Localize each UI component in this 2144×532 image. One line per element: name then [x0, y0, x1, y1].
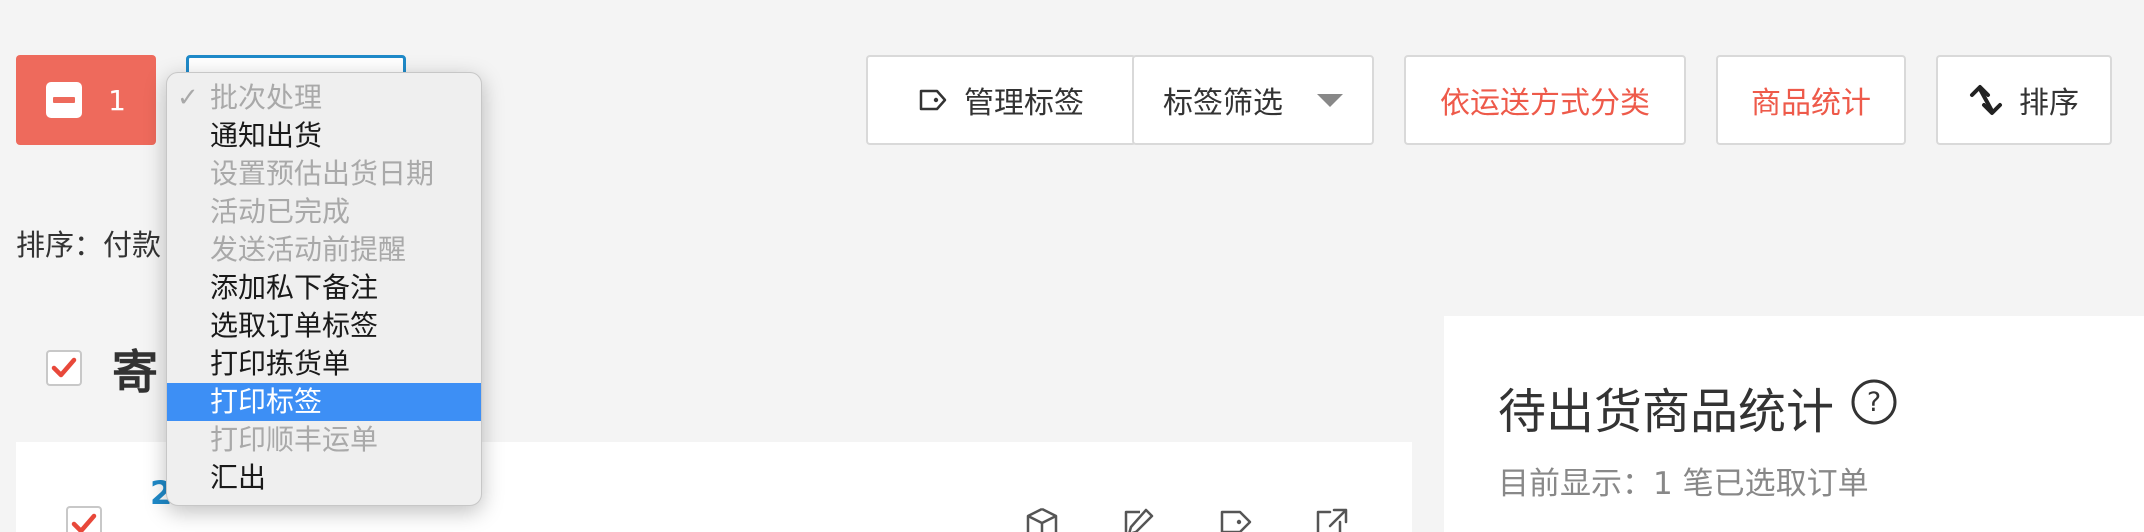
menu-item-label: 添加私下备注 — [210, 271, 379, 304]
menu-item-label: 发送活动前提醒 — [210, 233, 407, 266]
menu-item-print-picking-list[interactable]: 打印拣货单 — [167, 345, 481, 383]
menu-item-send-reminder: 发送活动前提醒 — [167, 231, 481, 269]
sort-button[interactable]: 排序 — [1936, 55, 2112, 145]
chevron-down-icon — [1317, 93, 1343, 107]
sort-arrows-icon — [1970, 85, 2002, 115]
menu-item-label: 选取订单标签 — [210, 309, 379, 342]
menu-item-notify-shipment[interactable]: 通知出货 — [167, 117, 481, 155]
menu-item-label: 汇出 — [210, 461, 267, 494]
menu-item-label: 设置预估出货日期 — [210, 157, 435, 190]
package-icon[interactable] — [1024, 506, 1060, 532]
classify-by-shipping-label: 依运送方式分类 — [1440, 86, 1650, 121]
checkmark-icon: ✓ — [177, 83, 199, 113]
menu-item-print-labels[interactable]: 打印标签 — [167, 383, 481, 421]
svg-text:?: ? — [1867, 387, 1881, 418]
order-select-checkbox[interactable] — [66, 506, 102, 532]
sort-order-text: 排序：付款 — [16, 228, 162, 262]
menu-item-set-estimated-ship-date: 设置预估出货日期 — [167, 155, 481, 193]
tag-filter-dropdown[interactable]: 标签筛选 — [1132, 55, 1374, 145]
menu-item-print-sf-waybill: 打印顺丰运单 — [167, 421, 481, 459]
menu-item-select-order-tags[interactable]: 选取订单标签 — [167, 307, 481, 345]
edit-icon[interactable] — [1120, 506, 1156, 532]
menu-item-export[interactable]: 汇出 — [167, 459, 481, 497]
menu-item-label: 通知出货 — [210, 119, 323, 152]
menu-item-label: 打印顺丰运单 — [210, 423, 379, 456]
menu-item-add-private-note[interactable]: 添加私下备注 — [167, 269, 481, 307]
stats-panel-subtitle: 目前显示：1 笔已选取订单 — [1498, 466, 1869, 502]
menu-item-label: 活动已完成 — [210, 195, 351, 228]
tag-filter-label: 标签筛选 — [1163, 86, 1283, 121]
manage-tags-label: 管理标签 — [964, 86, 1084, 121]
orders-page: 1 管理标签 标签筛选 依运送方式分类 商品统计 排序 排序：付款 寄 2 待出… — [0, 0, 2144, 532]
menu-item-label: 打印标签 — [210, 385, 323, 418]
tag-icon — [919, 89, 947, 111]
checkmark-icon — [51, 357, 77, 378]
menu-item-batch-process: ✓ 批次处理 — [167, 79, 481, 117]
deselect-minus-icon — [46, 82, 83, 118]
sort-label: 排序 — [2019, 86, 2079, 121]
menu-item-activity-completed: 活动已完成 — [167, 193, 481, 231]
product-stats-button[interactable]: 商品统计 — [1716, 55, 1906, 145]
menu-item-label: 批次处理 — [210, 81, 323, 114]
classify-by-shipping-button[interactable]: 依运送方式分类 — [1404, 55, 1686, 145]
manage-tags-button[interactable]: 管理标签 — [866, 55, 1136, 145]
shipping-group-title: 寄 — [112, 345, 158, 399]
checkmark-icon — [71, 513, 97, 532]
group-select-checkbox[interactable] — [46, 350, 82, 386]
product-stats-label: 商品统计 — [1751, 86, 1871, 121]
batch-action-menu: ✓ 批次处理 通知出货 设置预估出货日期 活动已完成 发送活动前提醒 添加私下备… — [166, 72, 482, 506]
selected-count: 1 — [108, 83, 126, 117]
tag-icon[interactable] — [1218, 506, 1254, 532]
menu-item-label: 打印拣货单 — [210, 347, 351, 380]
help-icon[interactable]: ? — [1850, 378, 1898, 426]
stats-panel-title: 待出货商品统计 — [1498, 384, 1835, 440]
bulk-select-button[interactable]: 1 — [16, 55, 156, 145]
external-link-icon[interactable] — [1314, 506, 1350, 532]
